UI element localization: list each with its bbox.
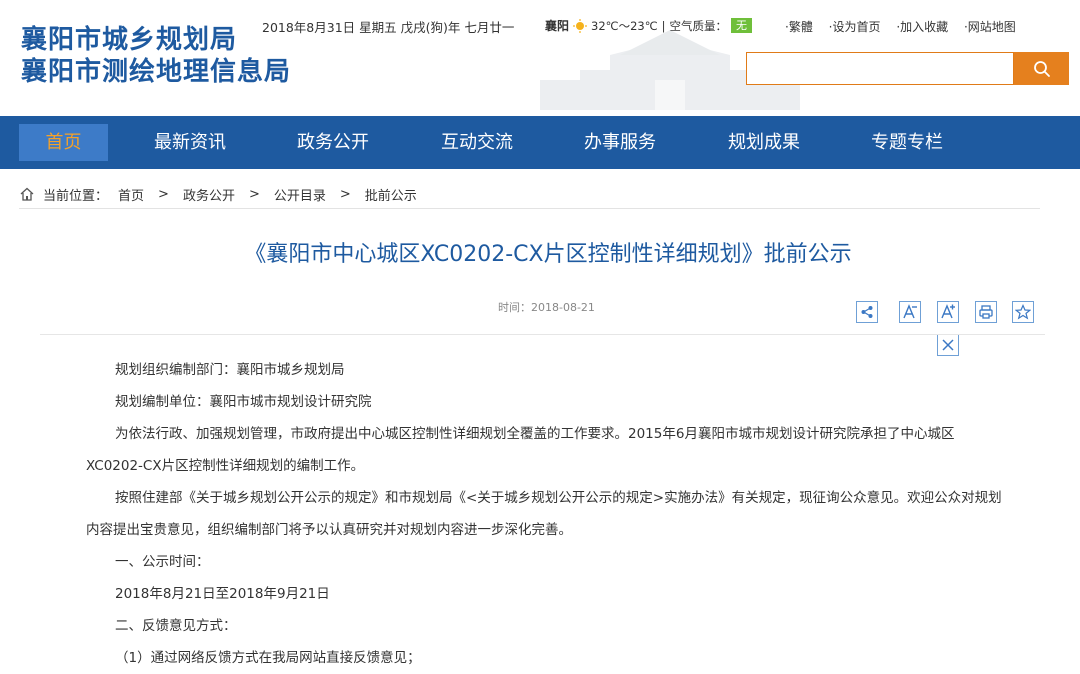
link-set-homepage[interactable]: ·设为首页 [829, 20, 881, 34]
top-links: ·繁體 ·设为首页 ·加入收藏 ·网站地图 [785, 18, 1028, 35]
breadcrumb-separator: > [158, 186, 169, 202]
search-box [746, 52, 1014, 85]
font-decrease-button[interactable] [899, 301, 921, 323]
search-button[interactable] [1014, 52, 1069, 85]
nav-item-gov-affairs[interactable]: 政务公开 [278, 116, 388, 169]
paragraph-feedback-online: （1）通过网络反馈方式在我局网站直接反馈意见； [115, 650, 421, 666]
brand-line-2: 襄阳市测绘地理信息局 [21, 57, 292, 87]
date-info: 2018年8月31日 星期五 戊戌(狗)年 七月廿一 [262, 20, 515, 35]
brand-line-1: 襄阳市城乡规划局 [21, 25, 238, 55]
link-add-favorite[interactable]: ·加入收藏 [896, 20, 948, 34]
air-quality-label: 空气质量： [669, 18, 728, 33]
weather-temp: 32℃～23℃ [591, 18, 658, 33]
link-traditional-chinese[interactable]: ·繁體 [785, 20, 813, 34]
home-icon [20, 187, 34, 201]
paragraph-regulation: 按照住建部《关于城乡规划公开公示的规定》和市规划局《<关于城乡规划公开公示的规定… [86, 490, 1002, 538]
breadcrumb-separator: > [339, 186, 351, 202]
font-increase-icon [941, 304, 955, 319]
font-decrease-icon [903, 304, 917, 319]
breadcrumb-catalog[interactable]: 公开目录 [274, 185, 326, 204]
weather-sun-icon [573, 18, 588, 33]
article-title: 《襄阳市中心城区XC0202-CX片区控制性详细规划》批前公示 [244, 242, 852, 267]
paragraph-organizer: 规划组织编制部门：襄阳市城乡规划局 [115, 362, 345, 378]
breadcrumb-gov-affairs[interactable]: 政务公开 [183, 185, 235, 204]
article-divider [40, 334, 1045, 335]
print-button[interactable] [975, 301, 997, 323]
article-body: 规划组织编制部门：襄阳市城乡规划局 规划编制单位：襄阳市城市规划设计研究院 为依… [86, 354, 1006, 674]
nav-item-home[interactable]: 首页 [19, 124, 108, 161]
air-quality-badge: 无 [731, 18, 752, 33]
breadcrumb: 当前位置： 首页 > 政务公开 > 公开目录 > 批前公示 [19, 180, 1040, 208]
share-button[interactable] [856, 301, 878, 323]
breadcrumb-separator: > [248, 186, 260, 202]
weather-city: 襄阳 [545, 19, 570, 33]
main-nav: 首页 最新资讯 政务公开 互动交流 办事服务 规划成果 专题专栏 [0, 116, 1080, 169]
nav-item-planning-results[interactable]: 规划成果 [709, 116, 819, 169]
breadcrumb-current[interactable]: 批前公示 [365, 185, 417, 204]
weather-separator: | [661, 18, 666, 33]
font-increase-button[interactable] [937, 301, 959, 323]
paragraph-period: 2018年8月21日至2018年9月21日 [115, 586, 330, 602]
search-input[interactable] [747, 53, 1013, 84]
nav-item-services[interactable]: 办事服务 [565, 116, 675, 169]
print-icon [979, 305, 993, 319]
nav-item-news[interactable]: 最新资讯 [135, 116, 245, 169]
site-header: 襄阳市城乡规划局 襄阳市测绘地理信息局 2018年8月31日 星期五 戊戌(狗)… [0, 0, 1080, 116]
paragraph-section-2: 二、反馈意见方式： [115, 618, 237, 634]
link-sitemap[interactable]: ·网站地图 [964, 20, 1016, 34]
close-button[interactable] [937, 334, 959, 356]
breadcrumb-home[interactable]: 首页 [118, 185, 144, 204]
breadcrumb-divider [19, 208, 1040, 209]
paragraph-section-1: 一、公示时间： [115, 554, 210, 570]
close-icon [942, 339, 954, 351]
favorite-button[interactable] [1012, 301, 1034, 323]
nav-item-interaction[interactable]: 互动交流 [422, 116, 532, 169]
article-time: 时间：2018-08-21 [498, 301, 595, 314]
weather-widget: 襄阳 32℃～23℃ | 空气质量： 无 [545, 17, 752, 34]
search-icon [1033, 60, 1050, 77]
site-logo[interactable]: 襄阳市城乡规划局 襄阳市测绘地理信息局 [21, 24, 291, 88]
paragraph-background: 为依法行政、加强规划管理，市政府提出中心城区控制性详细规划全覆盖的工作要求。20… [86, 426, 955, 474]
breadcrumb-label: 当前位置： [43, 188, 109, 204]
nav-item-special-topics[interactable]: 专题专栏 [852, 116, 962, 169]
share-icon [861, 306, 873, 318]
favorite-icon [1015, 304, 1031, 320]
paragraph-compiler: 规划编制单位：襄阳市城市规划设计研究院 [115, 394, 372, 410]
